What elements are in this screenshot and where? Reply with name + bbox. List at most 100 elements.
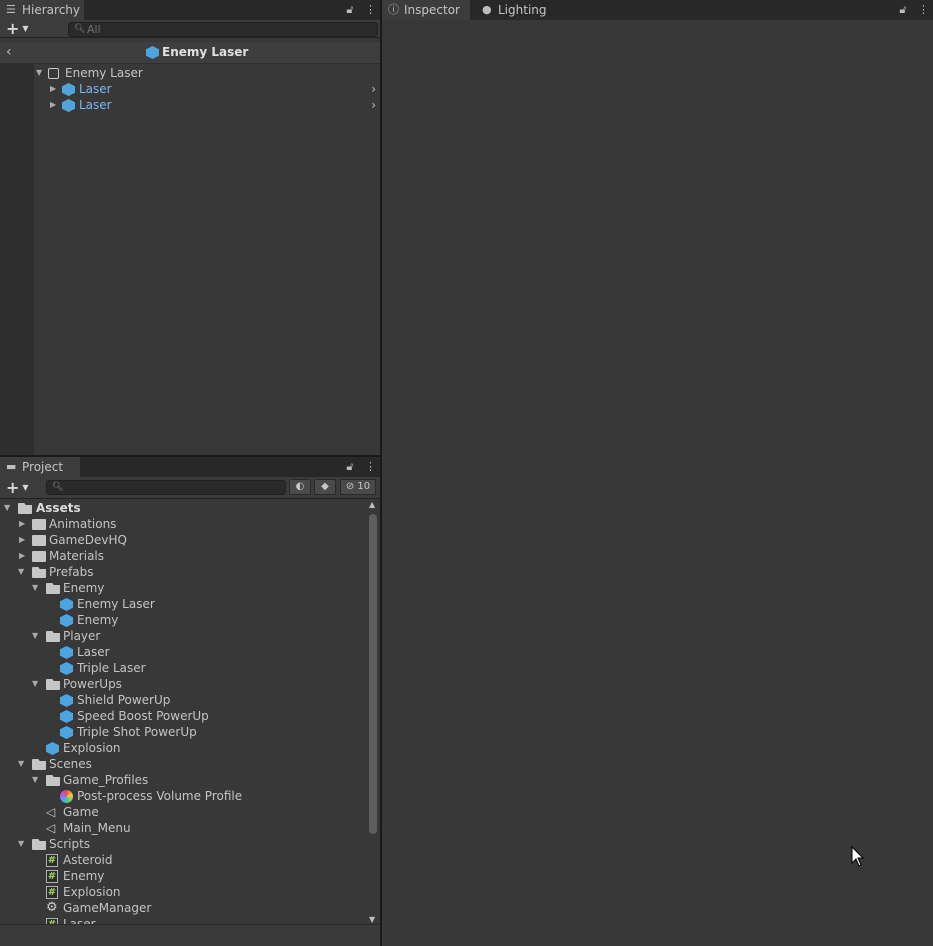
collapse-arrow-icon[interactable]: ▶ <box>19 548 25 564</box>
hierarchy-item[interactable]: ▶ Laser › <box>34 81 380 97</box>
project-footer <box>0 924 380 946</box>
tree-item[interactable]: Enemy Laser <box>0 596 366 612</box>
search-placeholder: All <box>87 23 101 36</box>
prefab-icon <box>46 742 59 755</box>
scroll-up-arrow-icon[interactable]: ▲ <box>369 500 375 509</box>
back-arrow-icon[interactable]: ‹ <box>6 44 12 60</box>
tree-item[interactable]: ▼ Prefabs <box>0 564 366 580</box>
tree-item-label: Enemy <box>63 581 105 595</box>
tree-item[interactable]: ▼ PowerUps <box>0 676 366 692</box>
lock-icon[interactable]: 🔓︎ <box>899 3 906 16</box>
tab-project[interactable]: ▬ Project <box>0 457 80 477</box>
tree-item-label: Main_Menu <box>63 821 131 835</box>
tree-item-label: Enemy <box>77 613 119 627</box>
hidden-count: 10 <box>357 481 371 492</box>
prefab-icon <box>60 694 73 707</box>
expand-arrow-icon[interactable]: ▼ <box>36 65 42 81</box>
tree-item[interactable]: ⚙ GameManager <box>0 900 366 916</box>
tree-item[interactable]: Enemy <box>0 612 366 628</box>
hierarchy-panel: ☰ Hierarchy 🔓︎ ⋮ + ▼ 🔍︎ All ‹ Enemy Laser… <box>0 0 380 455</box>
expand-arrow-icon[interactable]: ▼ <box>32 580 38 596</box>
tree-item-label: Game <box>63 805 99 819</box>
tree-item[interactable]: ◁ Game <box>0 804 366 820</box>
filter-by-label-button[interactable]: ◆ <box>314 479 336 495</box>
tree-item[interactable]: Triple Shot PowerUp <box>0 724 366 740</box>
create-button[interactable]: + ▼ <box>6 20 29 38</box>
lock-icon[interactable]: 🔓︎ <box>346 3 353 16</box>
scroll-down-arrow-icon[interactable]: ▼ <box>369 915 375 924</box>
collapse-arrow-icon[interactable]: ▶ <box>19 516 25 532</box>
tree-item[interactable]: Speed Boost PowerUp <box>0 708 366 724</box>
hierarchy-toolbar: + ▼ 🔍︎ All <box>0 20 380 38</box>
tree-item[interactable]: # Asteroid <box>0 852 366 868</box>
tree-item[interactable]: # Explosion <box>0 884 366 900</box>
tree-item[interactable]: Triple Laser <box>0 660 366 676</box>
filter-by-type-button[interactable]: ◐ <box>289 479 311 495</box>
tree-item[interactable]: ▼ Game_Profiles <box>0 772 366 788</box>
tree-item[interactable]: Post-process Volume Profile <box>0 788 366 804</box>
tree-item-label: Laser <box>77 645 110 659</box>
expand-arrow-icon[interactable]: ▼ <box>32 628 38 644</box>
expand-arrow-icon[interactable]: ▼ <box>32 676 38 692</box>
tree-item[interactable]: # Enemy <box>0 868 366 884</box>
tree-item[interactable]: ◁ Main_Menu <box>0 820 366 836</box>
inspector-tab-actions: 🔓︎ ⋮ <box>891 1 929 19</box>
collapse-arrow-icon[interactable]: ▶ <box>50 81 56 97</box>
expand-arrow-icon[interactable]: ▼ <box>32 772 38 788</box>
volume-profile-icon <box>60 790 73 803</box>
tree-item-assets[interactable]: ▼ Assets <box>0 500 366 516</box>
create-button[interactable]: + ▼ <box>6 479 29 497</box>
prefab-mode-bar: ‹ Enemy Laser <box>0 42 380 64</box>
hierarchy-item[interactable]: ▶ Laser › <box>34 97 380 113</box>
chevron-right-icon[interactable]: › <box>371 81 376 97</box>
tree-item-label: Triple Laser <box>77 661 146 675</box>
expand-arrow-icon[interactable]: ▼ <box>18 564 24 580</box>
collapse-arrow-icon[interactable]: ▶ <box>50 97 56 113</box>
folder-icon <box>32 551 46 562</box>
tree-item-label: Shield PowerUp <box>77 693 171 707</box>
chevron-right-icon[interactable]: › <box>371 97 376 113</box>
tree-item[interactable]: # Laser <box>0 916 366 924</box>
expand-arrow-icon[interactable]: ▼ <box>18 756 24 772</box>
more-options-icon[interactable]: ⋮ <box>365 460 376 473</box>
tab-inspector[interactable]: ⓘ Inspector <box>382 0 470 20</box>
expand-arrow-icon[interactable]: ▼ <box>4 500 10 516</box>
tree-item[interactable]: ▶ Animations <box>0 516 366 532</box>
tree-item[interactable]: ▼ Scripts <box>0 836 366 852</box>
tree-item-label: Triple Shot PowerUp <box>77 725 197 739</box>
tree-item[interactable]: Laser <box>0 644 366 660</box>
scrollbar-thumb[interactable] <box>369 514 377 834</box>
project-tab-actions: 🔓︎ ⋮ <box>338 458 376 476</box>
eye-slash-icon: ⊘ <box>345 481 355 492</box>
folder-icon <box>32 535 46 546</box>
lightbulb-icon: ● <box>482 3 492 16</box>
tree-item[interactable]: ▶ Materials <box>0 548 366 564</box>
scene-icon: ◁ <box>46 805 56 819</box>
expand-arrow-icon[interactable]: ▼ <box>18 836 24 852</box>
tab-hierarchy[interactable]: ☰ Hierarchy <box>0 0 84 20</box>
hierarchy-item-label: Laser <box>79 82 112 96</box>
mouse-cursor-icon <box>851 846 865 867</box>
more-options-icon[interactable]: ⋮ <box>918 3 929 16</box>
gameobject-icon <box>48 68 59 79</box>
tree-item[interactable]: ▶ GameDevHQ <box>0 532 366 548</box>
chevron-down-icon: ▼ <box>22 24 29 33</box>
lock-icon[interactable]: 🔓︎ <box>346 460 353 473</box>
tab-inspector-label: Inspector <box>404 3 460 17</box>
tree-item[interactable]: Shield PowerUp <box>0 692 366 708</box>
tree-item[interactable]: Explosion <box>0 740 366 756</box>
project-search-input[interactable]: 🔍︎ <box>46 480 286 495</box>
tree-item[interactable]: ▼ Scenes <box>0 756 366 772</box>
collapse-arrow-icon[interactable]: ▶ <box>19 532 25 548</box>
hidden-packages-button[interactable]: ⊘ 10 <box>340 479 376 495</box>
project-tab-bar: ▬ Project 🔓︎ ⋮ <box>0 457 380 477</box>
project-scrollbar[interactable]: ▲ ▼ <box>368 500 378 924</box>
tree-item[interactable]: ▼ Player <box>0 628 366 644</box>
folder-open-icon <box>46 775 60 786</box>
hierarchy-search-input[interactable]: 🔍︎ All <box>68 22 378 37</box>
hierarchy-item[interactable]: ▼ Enemy Laser <box>34 65 380 81</box>
tab-lighting[interactable]: ● Lighting <box>476 0 556 20</box>
more-options-icon[interactable]: ⋮ <box>365 3 376 16</box>
hierarchy-item-label: Laser <box>79 98 112 112</box>
tree-item[interactable]: ▼ Enemy <box>0 580 366 596</box>
